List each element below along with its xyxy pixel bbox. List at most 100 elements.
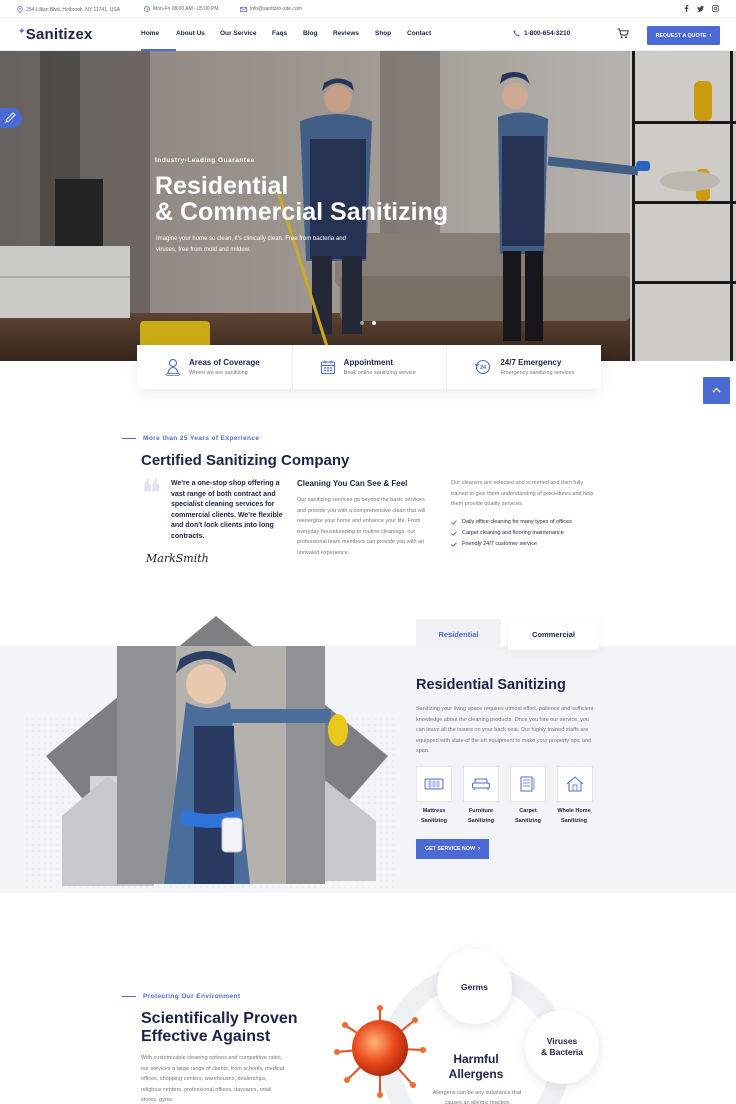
hero-title: Residential & Commercial Sanitizing: [155, 173, 448, 225]
check-text: Carpet cleaning and flooring maintenance: [462, 530, 564, 536]
hours-text: Mon-Fri 08:00 AM - 05:00 PM: [153, 6, 219, 12]
tab-residential[interactable]: Residential: [416, 619, 501, 650]
nav-blog[interactable]: Blog: [303, 30, 333, 51]
virus-icon: [334, 1005, 426, 1098]
environment-title: Scientifically Proven Effective Against: [141, 1010, 298, 1046]
phone-text: 1-800-654-3210: [524, 30, 571, 37]
germs-circle: Germs: [437, 949, 512, 1024]
feature-title: Appointment: [343, 358, 393, 367]
feature-areas-of-coverage[interactable]: Areas of Coverage Where we are sanitizing: [137, 345, 292, 389]
feature-checklist: Daily office cleaning for many types of …: [451, 519, 572, 552]
cart-icon[interactable]: [617, 28, 629, 39]
allergens-line-2: Allergens: [448, 1067, 504, 1081]
hero-eyebrow: Industry-Leading Guarantee: [155, 157, 255, 164]
services-image: [26, 616, 398, 888]
service-carpet[interactable]: [510, 766, 546, 802]
allergens-title: Harmful Allergens: [426, 1052, 526, 1082]
feature-text: Where we are sanitizing: [189, 370, 248, 376]
tab-commercial[interactable]: Commercial: [508, 619, 599, 650]
phone-number[interactable]: 1-800-654-3210: [513, 30, 570, 37]
logo-text: Sanitizex: [25, 26, 93, 43]
location-person-icon: [165, 358, 181, 376]
service-whole-home[interactable]: [557, 766, 593, 802]
mail-icon: [240, 6, 247, 12]
hero-slider: Industry-Leading Guarantee Residential &…: [0, 51, 736, 361]
list-item: Carpet cleaning and flooring maintenance: [451, 530, 572, 536]
site-logo[interactable]: ✦Sanitizex: [18, 26, 93, 43]
feature-appointment[interactable]: Appointment Book online sanitizing servic…: [291, 345, 447, 389]
nav-faqs[interactable]: Faqs: [272, 30, 303, 51]
service-label: Furniture Sanitizing: [468, 808, 494, 824]
service-label: Carpet Sanitizing: [515, 808, 541, 824]
service-label: Whole Home Sanitizing: [557, 808, 591, 824]
slider-dot-1[interactable]: [360, 321, 364, 325]
signature: MarkSmith: [146, 552, 209, 565]
top-bar: 254 Lillian Blvd, Holbrook, NY 11741, US…: [0, 0, 736, 18]
request-quote-label: REQUEST A QUOTE: [655, 32, 707, 39]
svg-text:24: 24: [480, 365, 487, 371]
clock-icon: [144, 6, 150, 12]
nav-home[interactable]: Home: [141, 30, 176, 51]
about-quote: We're a one-stop shop offering a vast ra…: [171, 480, 283, 540]
edit-pencil-button[interactable]: [0, 108, 22, 128]
viruses-line-2: & Bacteria: [540, 1047, 584, 1057]
calendar-icon: [320, 360, 335, 375]
hours-info: Mon-Fri 08:00 AM - 05:00 PM: [144, 6, 219, 12]
phone-icon: [513, 30, 520, 37]
nav-our-service[interactable]: Our Service: [220, 30, 272, 51]
environment-title-line-1: Scientifically Proven: [141, 1010, 298, 1027]
environment-subtitle: Protecting Our Environment: [122, 993, 240, 1000]
service-mattress[interactable]: [416, 766, 452, 802]
feature-text: Book online sanitizing service: [343, 370, 416, 376]
check-text: Daily office cleaning for many types of …: [462, 519, 572, 525]
hero-title-line-1: Residential: [155, 172, 289, 200]
feature-title: Areas of Coverage: [189, 358, 260, 367]
check-text: Friendly 24/7 customer service: [462, 541, 537, 547]
allergens-text: Allergens can be any substance that caus…: [432, 1090, 522, 1104]
feature-emergency[interactable]: 24 24/7 Emergency Emergency sanitizing se…: [446, 345, 601, 389]
facebook-icon[interactable]: [684, 5, 689, 12]
slider-dots: [360, 321, 376, 325]
sofa-icon: [472, 778, 490, 790]
features-bar: Areas of Coverage Where we are sanitizing…: [137, 345, 601, 389]
nav-contact[interactable]: Contact: [407, 30, 443, 51]
services-title: Residential Sanitizing: [416, 677, 566, 693]
24h-icon: 24: [475, 359, 491, 375]
nav-about-us[interactable]: About Us: [176, 30, 220, 51]
list-item: Daily office cleaning for many types of …: [451, 519, 572, 525]
cleaners-text: Our cleaners are selected and screened a…: [451, 480, 594, 507]
main-header: ✦Sanitizex Home About Us Our Service Faq…: [0, 18, 736, 51]
twitter-icon[interactable]: [697, 5, 704, 12]
slider-dot-2[interactable]: [372, 321, 376, 325]
check-icon: [451, 519, 457, 525]
instagram-icon[interactable]: [712, 5, 719, 12]
get-service-label: GET SERVICE NOW: [425, 846, 475, 852]
get-service-button[interactable]: GET SERVICE NOW ›: [416, 839, 489, 859]
list-item: Friendly 24/7 customer service: [451, 541, 572, 547]
about-title: Certified Sanitizing Company: [141, 452, 350, 469]
map-pin-icon: [17, 6, 23, 13]
nav-reviews[interactable]: Reviews: [333, 30, 375, 51]
request-quote-button[interactable]: REQUEST A QUOTE ›: [647, 26, 720, 45]
hero-text: Imagine your home so clean, it's clinica…: [156, 236, 346, 253]
environment-text: With customizable cleaning options and c…: [141, 1055, 285, 1103]
carpet-icon: [520, 776, 535, 792]
environment-title-line-2: Effective Against: [141, 1028, 271, 1045]
scroll-to-top-button[interactable]: [703, 377, 730, 404]
chevron-right-icon: ›: [477, 846, 480, 852]
house-icon: [566, 776, 584, 792]
mattress-icon: [424, 778, 444, 790]
cleaning-title: Cleaning You Can See & Feel: [297, 479, 408, 488]
chevron-right-icon: ›: [709, 32, 712, 39]
pencil-icon: [5, 112, 16, 123]
email-text[interactable]: info@santizex-site.com: [250, 6, 302, 12]
sparkle-icon: ✦: [18, 26, 26, 36]
nav-shop[interactable]: Shop: [375, 30, 407, 51]
email-info[interactable]: info@santizex-site.com: [240, 6, 302, 12]
check-icon: [451, 530, 457, 536]
hero-title-line-2: & Commercial Sanitizing: [155, 198, 449, 226]
social-links: [684, 5, 719, 12]
feature-title: 24/7 Emergency: [500, 358, 562, 367]
service-furniture[interactable]: [463, 766, 499, 802]
address-info: 254 Lillian Blvd, Holbrook, NY 11741, US…: [17, 6, 120, 13]
